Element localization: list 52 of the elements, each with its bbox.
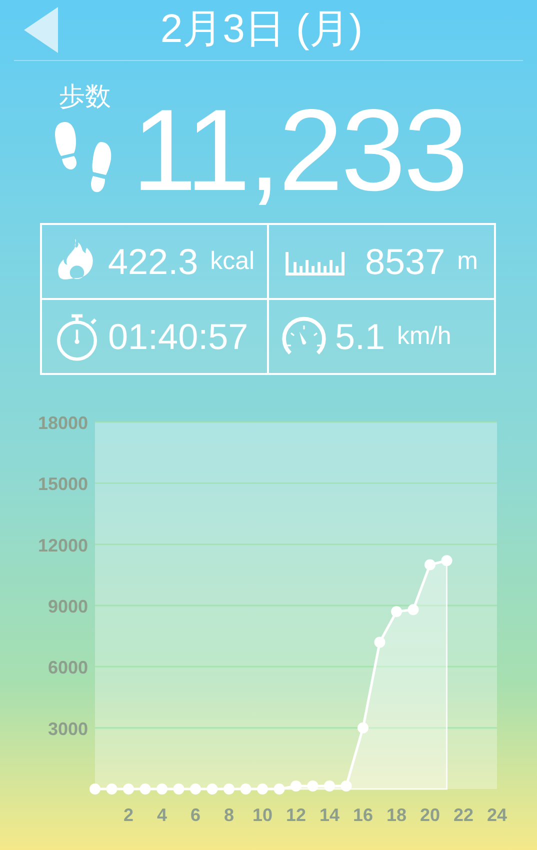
x-axis-label: 2 bbox=[124, 805, 134, 825]
data-point bbox=[240, 784, 252, 794]
data-point bbox=[408, 604, 419, 616]
y-axis-label: 9000 bbox=[48, 596, 88, 616]
data-point bbox=[424, 559, 436, 570]
steps-label: 歩数 bbox=[59, 80, 111, 114]
data-point bbox=[140, 784, 151, 794]
y-axis-label: 3000 bbox=[48, 718, 88, 739]
stat-unit: m bbox=[457, 247, 478, 276]
data-point bbox=[257, 784, 268, 794]
data-point bbox=[224, 784, 234, 794]
x-axis-label: 24 bbox=[486, 805, 508, 825]
x-axis-label: 18 bbox=[386, 805, 407, 825]
stopwatch-icon bbox=[54, 312, 100, 362]
data-point bbox=[358, 722, 368, 734]
data-point bbox=[106, 784, 118, 794]
data-point bbox=[374, 636, 386, 648]
data-point bbox=[324, 780, 335, 792]
x-axis-label: 6 bbox=[190, 805, 200, 825]
x-axis-label: 10 bbox=[252, 805, 273, 825]
date-title: 2月3日 (月) bbox=[159, 6, 364, 52]
y-axis-label: 6000 bbox=[48, 658, 88, 678]
data-point bbox=[206, 784, 218, 794]
data-point bbox=[123, 784, 134, 794]
stat-value: 5.1 bbox=[335, 316, 386, 358]
data-point bbox=[90, 784, 100, 794]
stat-value: 01:40:57 bbox=[108, 316, 248, 358]
data-point bbox=[340, 780, 352, 792]
stat-unit: kcal bbox=[210, 247, 255, 276]
data-point bbox=[274, 784, 285, 794]
data-point bbox=[307, 780, 318, 792]
y-axis-label: 12000 bbox=[38, 535, 88, 556]
stat-value: 8537 bbox=[365, 240, 446, 282]
x-axis-label: 4 bbox=[157, 805, 167, 825]
x-axis-label: 14 bbox=[319, 805, 340, 825]
data-point bbox=[290, 780, 302, 792]
data-point bbox=[156, 784, 168, 794]
data-point bbox=[441, 555, 452, 566]
y-axis-label: 18000 bbox=[38, 413, 88, 433]
data-point bbox=[190, 784, 201, 794]
x-axis-label: 12 bbox=[286, 805, 306, 825]
data-point bbox=[391, 606, 402, 618]
x-axis-label: 22 bbox=[453, 805, 474, 825]
stat-value: 422.3 bbox=[108, 240, 198, 282]
data-point bbox=[173, 784, 184, 794]
stat-unit: km/h bbox=[397, 322, 452, 351]
x-axis-label: 8 bbox=[224, 805, 234, 825]
x-axis-label: 16 bbox=[352, 805, 374, 825]
y-axis-label: 15000 bbox=[38, 474, 88, 494]
x-axis-label: 20 bbox=[420, 805, 440, 825]
back-button[interactable] bbox=[24, 7, 60, 53]
step-count: 11,233 bbox=[132, 92, 466, 208]
